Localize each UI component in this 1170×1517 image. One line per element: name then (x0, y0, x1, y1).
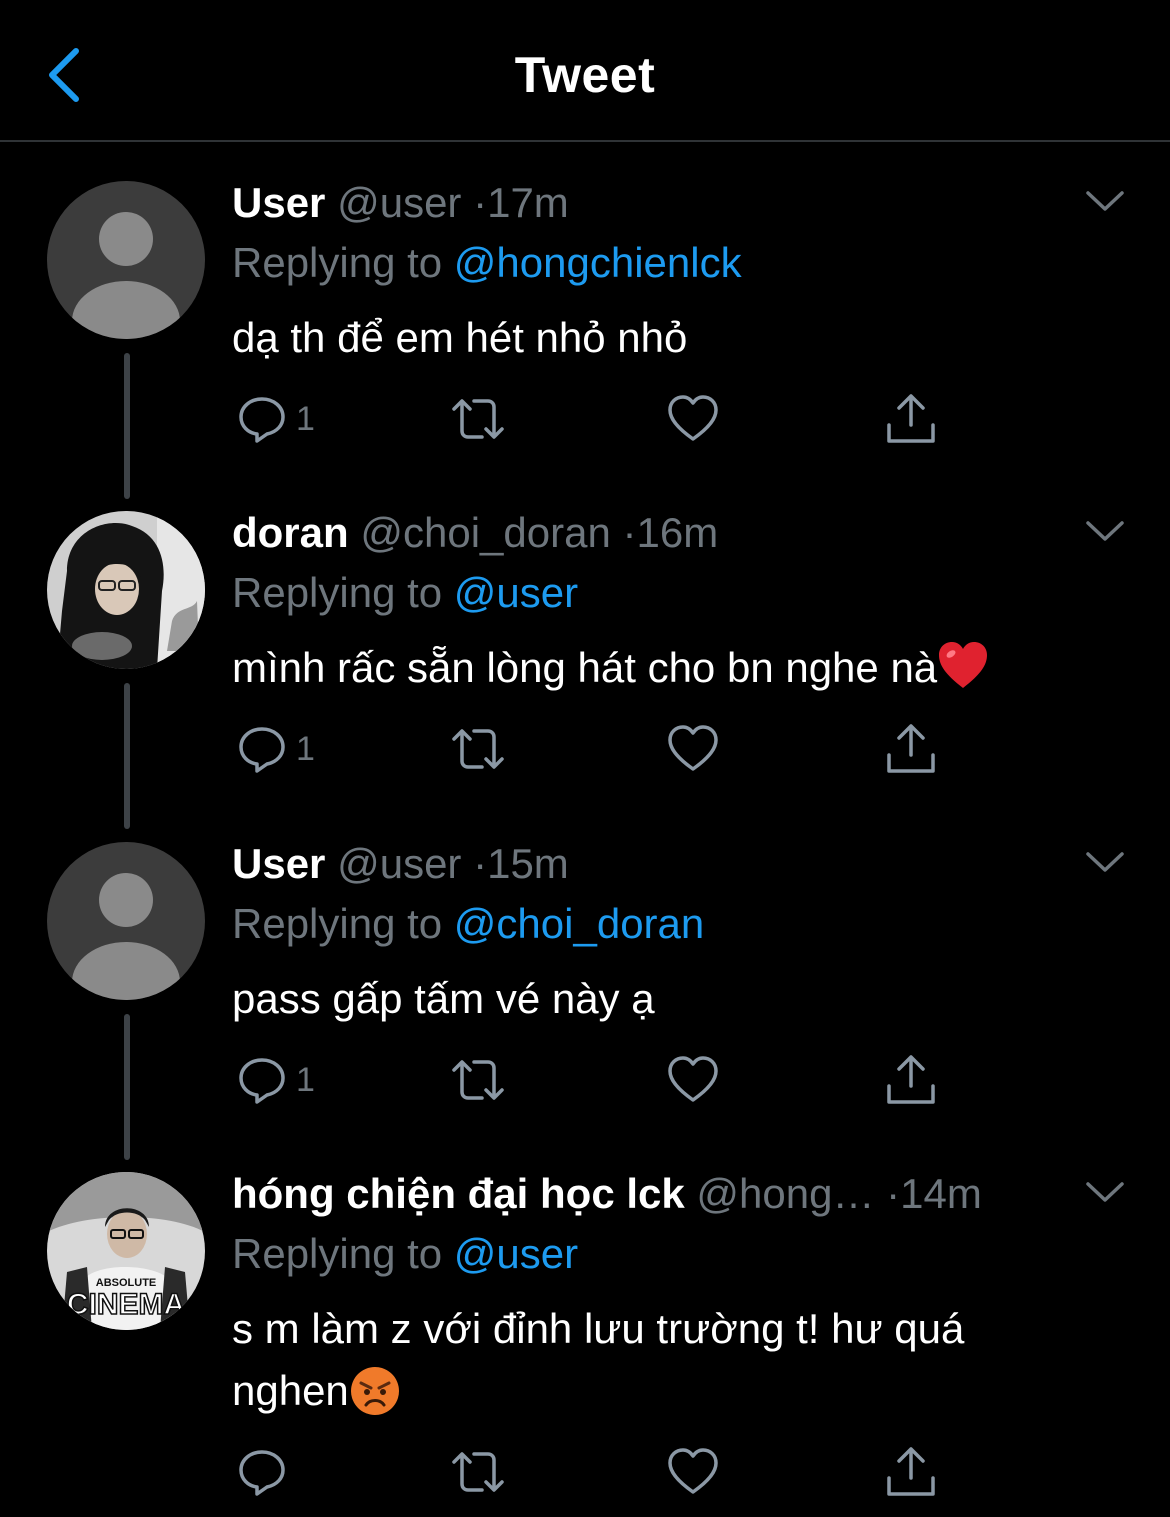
reply-count: 1 (296, 1060, 315, 1099)
share-icon (887, 724, 935, 773)
tweet-text-container: mình rấc sẵn lòng hát cho bn nghe nà (232, 637, 1112, 699)
share-button[interactable] (884, 1052, 938, 1108)
like-button[interactable] (666, 391, 720, 447)
share-button[interactable] (884, 1444, 938, 1500)
retweet-icon (452, 399, 504, 439)
share-icon (887, 1055, 935, 1104)
display-name[interactable]: User (232, 179, 325, 226)
like-button[interactable] (666, 1444, 720, 1500)
tweet-text: pass gấp tấm vé này ạ (232, 975, 655, 1022)
tweet-actions: 1 (232, 391, 952, 447)
tweet-meta: hóng chiện đại học lck @hong… ·14m (232, 1172, 982, 1216)
reply-count: 1 (296, 399, 315, 438)
username[interactable]: @user (337, 840, 461, 887)
retweet-icon (452, 1452, 504, 1492)
tweet-actions: 1 (232, 1052, 952, 1108)
heart-icon (668, 1448, 718, 1494)
timestamp: 15m (487, 840, 569, 887)
replying-prefix: Replying to (232, 900, 443, 947)
reply-icon (239, 397, 285, 443)
tweet-text: dạ th để em hét nhỏ nhỏ (232, 314, 688, 361)
tweet-actions: 1 (232, 721, 952, 777)
heart-icon (668, 395, 718, 441)
avatar-caption-bottom: CINEMA (67, 1288, 185, 1321)
reply-button[interactable] (236, 1444, 296, 1500)
display-name[interactable]: doran (232, 509, 349, 556)
replying-to: Replying to @user (232, 571, 578, 615)
retweet-button[interactable] (448, 721, 508, 777)
timestamp: 17m (487, 179, 569, 226)
retweet-button[interactable] (448, 391, 508, 447)
replying-to: Replying to @hongchienlck (232, 241, 742, 285)
mention-link[interactable]: @user (454, 569, 578, 616)
thread-line (124, 353, 130, 499)
tweet-text: s m làm z với đỉnh lưu trường t! hư quá … (232, 1305, 965, 1414)
mention-link[interactable]: @hongchienlck (454, 239, 742, 286)
tweet-actions (232, 1444, 952, 1500)
tweet-text: mình rấc sẵn lòng hát cho bn nghe nà (232, 644, 938, 691)
angry-face-emoji-icon (350, 1367, 399, 1415)
default-avatar-icon (47, 181, 205, 339)
reply-button[interactable]: 1 (236, 721, 315, 777)
avatar[interactable]: ABSOLUTE CINEMA (47, 1172, 205, 1330)
reply-button[interactable]: 1 (236, 1052, 315, 1108)
separator: · (473, 840, 488, 887)
tweet-meta: User @user ·17m (232, 181, 569, 225)
replying-prefix: Replying to (232, 239, 443, 286)
retweet-button[interactable] (448, 1052, 508, 1108)
tweet-meta: doran @choi_doran ·16m (232, 511, 718, 555)
retweet-button[interactable] (448, 1444, 508, 1500)
username[interactable]: @user (337, 179, 461, 226)
reply-icon (239, 1450, 285, 1496)
username[interactable]: @choi_doran (360, 509, 610, 556)
replying-prefix: Replying to (232, 1230, 443, 1277)
share-button[interactable] (884, 391, 938, 447)
like-button[interactable] (666, 721, 720, 777)
timestamp: 14m (900, 1170, 982, 1217)
tweet-text-container: s m làm z với đỉnh lưu trường t! hư quá … (232, 1298, 1072, 1422)
chevron-down-icon[interactable] (1084, 1176, 1126, 1206)
separator: · (886, 1170, 901, 1217)
thread-line (124, 683, 130, 829)
username[interactable]: @hong… (696, 1170, 874, 1217)
replying-to: Replying to @choi_doran (232, 902, 704, 946)
chevron-down-icon[interactable] (1084, 846, 1126, 876)
avatar[interactable] (47, 842, 205, 1000)
share-icon (887, 394, 935, 443)
display-name[interactable]: hóng chiện đại học lck (232, 1170, 685, 1217)
chevron-down-icon[interactable] (1084, 515, 1126, 545)
retweet-icon (452, 729, 504, 769)
heart-icon (668, 725, 718, 771)
share-button[interactable] (884, 721, 938, 777)
top-bar: Tweet (0, 0, 1170, 142)
page-title: Tweet (514, 47, 656, 103)
like-button[interactable] (666, 1052, 720, 1108)
avatar[interactable] (47, 181, 205, 339)
replying-prefix: Replying to (232, 569, 443, 616)
chevron-down-icon[interactable] (1084, 185, 1126, 215)
display-name[interactable]: User (232, 840, 325, 887)
retweet-icon (452, 1060, 504, 1100)
reply-button[interactable]: 1 (236, 391, 315, 447)
photo-absolute-cinema-icon: ABSOLUTE CINEMA (47, 1172, 205, 1330)
heart-icon (668, 1056, 718, 1102)
photo-hooded-person-icon (47, 511, 205, 669)
share-icon (887, 1447, 935, 1496)
timestamp: 16m (636, 509, 719, 556)
reply-icon (239, 1058, 285, 1104)
mention-link[interactable]: @user (454, 1230, 578, 1277)
mention-link[interactable]: @choi_doran (454, 900, 704, 947)
tweet-meta: User @user ·15m (232, 842, 569, 886)
reply-icon (239, 727, 285, 773)
separator: · (473, 179, 488, 226)
replying-to: Replying to @user (232, 1232, 578, 1276)
default-avatar-icon (47, 842, 205, 1000)
avatar[interactable] (47, 511, 205, 669)
red-heart-emoji-icon (939, 642, 988, 688)
thread-line (124, 1014, 130, 1160)
reply-count: 1 (296, 729, 315, 768)
separator: · (622, 509, 637, 556)
